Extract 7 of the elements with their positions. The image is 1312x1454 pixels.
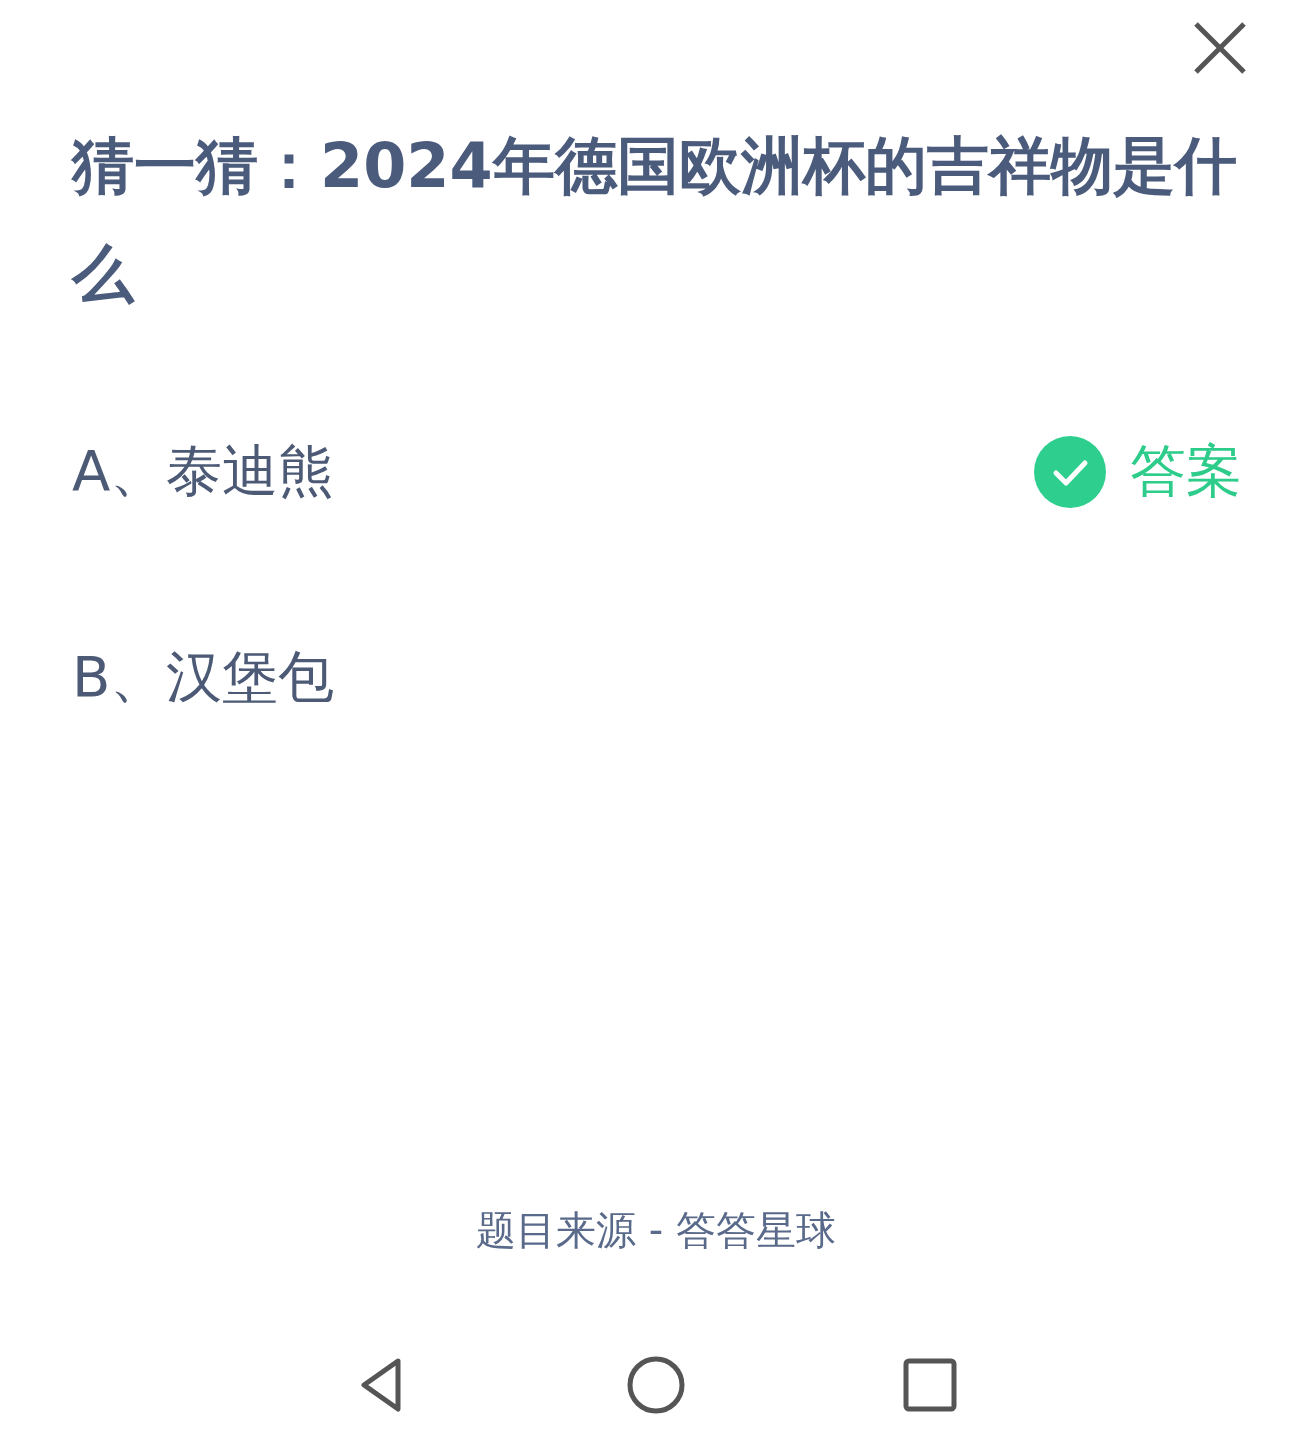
home-icon[interactable] [626,1355,686,1415]
question-title: 猜一猜：2024年德国欧洲杯的吉祥物是什么 [72,128,1238,312]
source-text: 题目来源 - 答答星球 [476,1206,836,1255]
answer-option[interactable]: A、泰迪熊 [72,434,335,510]
answer-option[interactable]: B、汉堡包 [72,640,335,716]
answer-label: 答案 [1130,437,1242,505]
close-icon[interactable] [1194,22,1246,74]
